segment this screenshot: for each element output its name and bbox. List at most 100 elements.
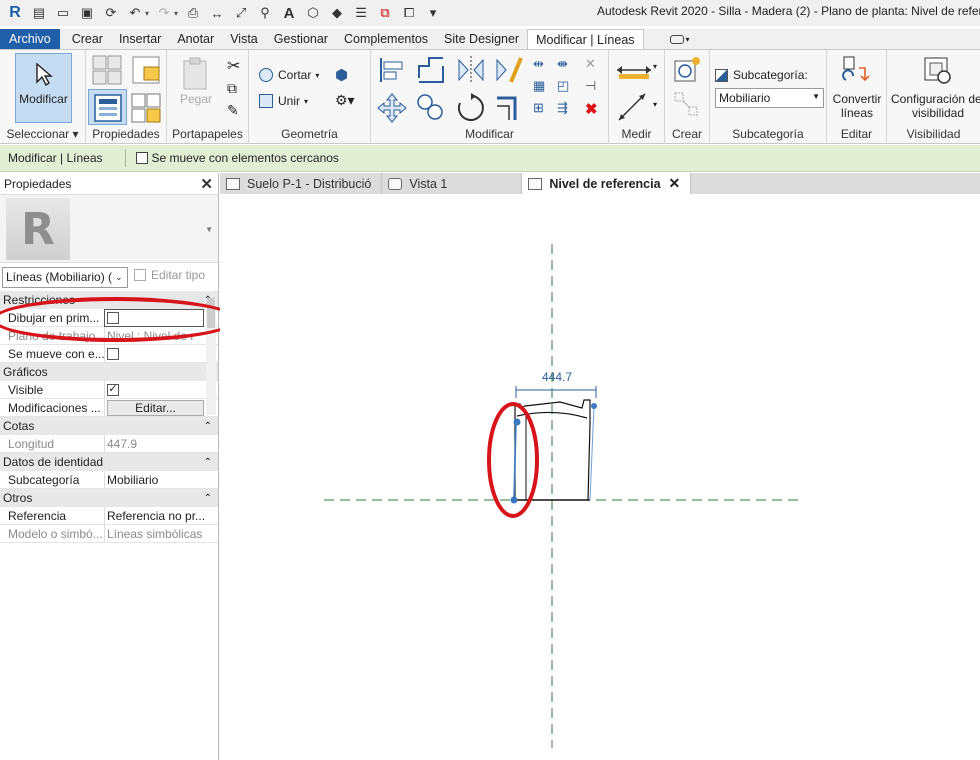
pegar-button[interactable]: Pegar	[177, 54, 215, 120]
moves-with-nearby-label: Se mueve con elementos cercanos	[151, 151, 339, 165]
measure-between-icon[interactable]	[615, 58, 653, 82]
panel-modificar-label: Modificar	[465, 127, 514, 141]
line-end-grip[interactable]	[510, 496, 518, 504]
copy-icon[interactable]: ⧉	[227, 80, 237, 97]
tab-complementos[interactable]: Complementos	[336, 29, 436, 49]
section-graficos[interactable]: Gráficos⌃	[0, 363, 218, 381]
visible-checkbox[interactable]: ✓	[107, 383, 119, 396]
align-icon[interactable]	[376, 54, 408, 86]
close-icon[interactable]: ✕	[669, 175, 681, 192]
line-end-grip[interactable]	[513, 418, 521, 426]
scale-icon[interactable]: ◰	[557, 78, 569, 94]
family-types-icon[interactable]	[130, 54, 162, 86]
section-icon[interactable]: ◆	[328, 4, 346, 22]
unir-button[interactable]: Unir ▾	[259, 94, 308, 108]
extend-icon[interactable]: ⇶	[557, 100, 568, 116]
move-icon[interactable]	[376, 92, 408, 124]
tab-crear[interactable]: Crear	[60, 29, 111, 49]
measure-dropdown-icon[interactable]: ▾	[653, 62, 657, 71]
panel-seleccionar-label[interactable]: Seleccionar ▾	[0, 127, 85, 141]
offset-icon[interactable]	[415, 54, 447, 86]
section-datos-identidad[interactable]: Datos de identidad ⌃	[0, 453, 218, 471]
pin-icon[interactable]: ⊣	[585, 78, 596, 94]
moves-with-nearby-checkbox[interactable]	[135, 152, 148, 164]
tab-vista[interactable]: Vista	[222, 29, 266, 49]
visibility-overrides-edit-button[interactable]: Editar...	[107, 399, 204, 416]
3d-view-icon[interactable]: ⬡	[304, 4, 322, 22]
dimension-value[interactable]: 444.7	[542, 370, 572, 384]
menu-icon[interactable]: ▤	[30, 4, 48, 22]
revit-app-icon[interactable]: R	[6, 4, 24, 22]
sync-icon[interactable]: ⟳	[102, 4, 120, 22]
trim-icon[interactable]: ⊞	[533, 100, 544, 116]
split-face-icon[interactable]: ⚙▾	[335, 92, 355, 109]
mirror-axis-icon[interactable]	[455, 54, 487, 86]
tag-icon[interactable]: ⚲	[256, 4, 274, 22]
convertir-lineas-button[interactable]: Convertir líneas	[829, 54, 885, 122]
split-gap-icon[interactable]: ⇼	[557, 56, 568, 72]
tab-anotar[interactable]: Anotar	[169, 29, 222, 49]
aligned-dimension-icon[interactable]: ⤢	[232, 4, 250, 22]
dimension-dropdown-icon[interactable]: ▾	[653, 100, 657, 109]
cortar-button[interactable]: Cortar ▾	[259, 68, 319, 82]
close-icon[interactable]: ✕	[200, 175, 213, 193]
delete-icon[interactable]: ✖	[585, 100, 598, 118]
options-bar: Modificar | Líneas Se mueve con elemento…	[0, 145, 980, 172]
type-properties-icon[interactable]	[91, 54, 123, 86]
chevron-down-icon[interactable]: ⌄	[115, 272, 123, 283]
tab-gestionar[interactable]: Gestionar	[266, 29, 336, 49]
switch-windows-icon[interactable]: ⧠	[400, 4, 418, 22]
tab-modificar-lineas[interactable]: Modificar | Líneas	[527, 29, 644, 49]
create-group-icon[interactable]	[672, 90, 702, 120]
tab-archivo[interactable]: Archivo	[0, 29, 60, 49]
wall-join-icon[interactable]: ⬢	[335, 66, 348, 84]
subcategory-value[interactable]: Mobiliario	[104, 470, 204, 489]
cut-icon[interactable]: ✂	[227, 56, 240, 76]
type-scroll-arrow-icon[interactable]: ▼	[205, 225, 213, 234]
drawing-canvas[interactable]: 444.7	[220, 194, 980, 760]
open-icon[interactable]: ▭	[54, 4, 72, 22]
tab-insertar[interactable]: Insertar	[111, 29, 169, 49]
text-icon[interactable]: A	[280, 4, 298, 22]
section-cotas[interactable]: Cotas ⌃	[0, 417, 218, 435]
collapse-icon[interactable]: ⌃	[204, 457, 212, 468]
ribbon-minimize-toggle[interactable]: ▾	[662, 29, 698, 49]
view-properties-icon[interactable]	[130, 92, 162, 124]
copy-element-icon[interactable]	[415, 92, 447, 124]
selected-line[interactable]	[513, 421, 517, 501]
tab-suelo-p1[interactable]: Suelo P-1 - Distribució	[220, 173, 383, 194]
moves-with-checkbox[interactable]	[107, 347, 119, 360]
aligned-dimension-tool-icon[interactable]	[615, 90, 649, 124]
redo-icon[interactable]: ↷	[155, 4, 173, 22]
reference-value[interactable]: Referencia no pr...	[104, 506, 204, 525]
measure-icon[interactable]: ↔	[208, 4, 226, 22]
subcategoria-select[interactable]: Mobiliario ▼	[715, 88, 824, 108]
tab-site-designer[interactable]: Site Designer	[436, 29, 527, 49]
configuracion-visibilidad-button[interactable]: Configuración de visibilidad	[887, 54, 980, 122]
rotate-icon[interactable]	[455, 92, 487, 124]
print-icon[interactable]: ⎙	[184, 4, 202, 22]
save-icon[interactable]: ▣	[78, 4, 96, 22]
collapse-icon[interactable]: ⌃	[204, 421, 212, 432]
dimension-grip[interactable]	[591, 403, 597, 409]
array-icon[interactable]: ▦	[533, 78, 545, 94]
collapse-icon[interactable]: ⌃	[204, 493, 212, 504]
create-similar-icon[interactable]	[672, 55, 702, 85]
edit-type-button[interactable]: Editar tipo	[134, 268, 205, 282]
close-hidden-icon[interactable]: ⧉	[376, 4, 394, 22]
undo-icon[interactable]: ↶	[126, 4, 144, 22]
tab-nivel-referencia[interactable]: Nivel de referencia ✕	[522, 173, 692, 194]
properties-toggle-button[interactable]	[88, 89, 127, 125]
unpin-icon[interactable]: ✕	[585, 56, 596, 72]
customize-quick-access-icon[interactable]: ▾	[424, 4, 442, 22]
drawing-area[interactable]: 444.7	[220, 194, 980, 760]
match-properties-icon[interactable]: ✎	[227, 102, 239, 119]
section-otros[interactable]: Otros ⌃	[0, 489, 218, 507]
modificar-button[interactable]: Modificar	[15, 53, 72, 123]
tab-vista-1[interactable]: Vista 1	[382, 173, 523, 194]
trim-extend-icon[interactable]	[493, 92, 525, 124]
mirror-draw-icon[interactable]	[493, 54, 525, 86]
type-selector[interactable]: Líneas (Mobiliario) (	[2, 266, 128, 288]
thin-lines-icon[interactable]: ☰	[352, 4, 370, 22]
split-element-icon[interactable]: ⇹	[533, 56, 544, 72]
